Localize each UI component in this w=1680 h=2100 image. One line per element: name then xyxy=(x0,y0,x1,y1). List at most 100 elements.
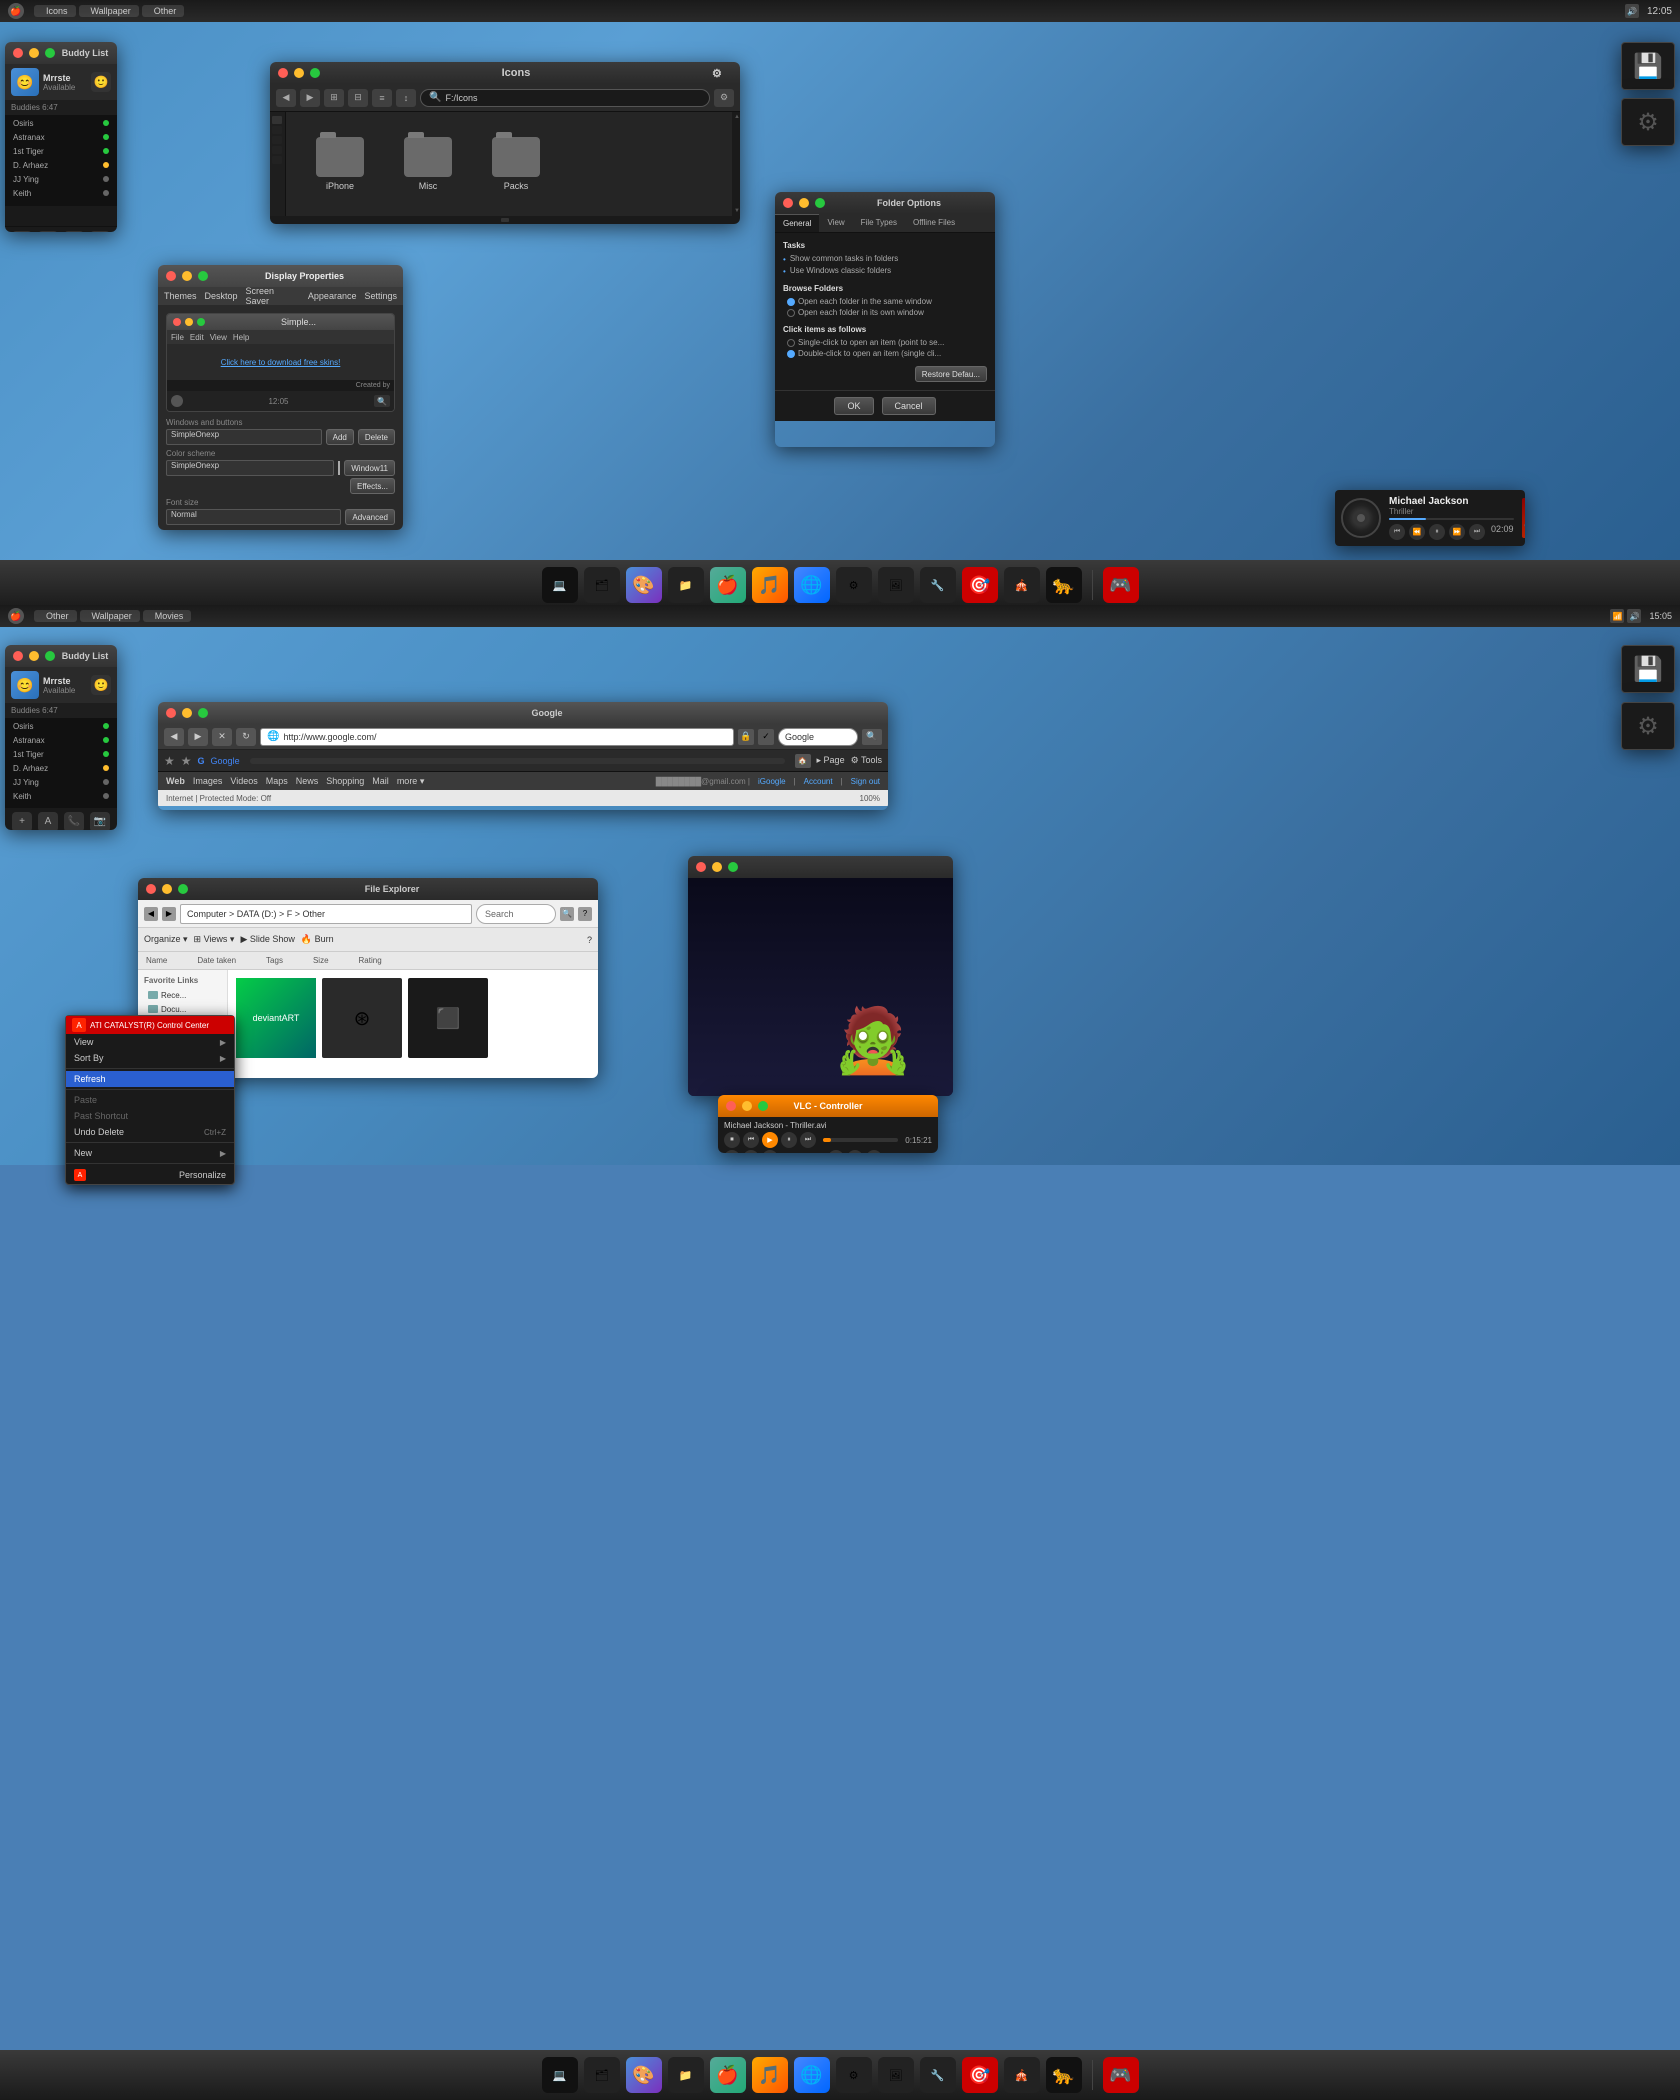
taskbar-tab-other-2[interactable]: Other xyxy=(34,610,77,622)
dock-icon-12[interactable]: 🐆 xyxy=(1046,567,1082,603)
fe-forward[interactable]: ▶ xyxy=(162,907,176,921)
bookmark-star[interactable]: ★ xyxy=(164,754,175,768)
nav-news[interactable]: News xyxy=(296,776,319,786)
browse-option-1[interactable]: Open each folder in the same window xyxy=(783,297,987,306)
restore-btn[interactable]: Restore Defau... xyxy=(915,366,987,382)
fe-slideshow[interactable]: ▶ Slide Show xyxy=(240,934,294,945)
tl-green-vlc[interactable] xyxy=(758,1101,768,1111)
myaccount-link[interactable]: Account xyxy=(804,777,833,786)
add-btn[interactable]: Add xyxy=(326,429,354,445)
ctx-paste[interactable]: Paste xyxy=(66,1092,234,1108)
inner-menu-file[interactable]: File xyxy=(171,333,184,342)
delete-btn[interactable]: Delete xyxy=(358,429,395,445)
fo-cancel-btn[interactable]: Cancel xyxy=(882,397,936,415)
page-label[interactable]: ▸ Page xyxy=(817,755,845,766)
tl-green-icons[interactable] xyxy=(310,68,320,78)
dock-b-11[interactable]: 🎪 xyxy=(1004,2057,1040,2093)
ctx-personalize[interactable]: A Personalize xyxy=(66,1166,234,1184)
media-progress-bar[interactable] xyxy=(1389,518,1514,520)
ctx-undodelete[interactable]: Undo Delete Ctrl+Z xyxy=(66,1124,234,1140)
explorer-search[interactable]: Search xyxy=(476,904,556,924)
forward-nav-btn[interactable]: ▶ xyxy=(188,728,208,746)
dock-icon-1[interactable]: 🗂 xyxy=(584,567,620,603)
icon-iphone[interactable]: iPhone xyxy=(316,137,364,191)
buddy-phone-btn[interactable]: 📞 xyxy=(64,231,84,233)
tl-red-vid[interactable] xyxy=(696,862,706,872)
buddy-phone-btn-2[interactable]: 📞 xyxy=(64,812,84,831)
page-btn[interactable]: 🏠 xyxy=(795,754,811,768)
dp-menu-appearance[interactable]: Appearance xyxy=(308,291,357,301)
fe-help-2[interactable]: ? xyxy=(587,935,592,945)
dock-icon-6[interactable]: 🌐 xyxy=(794,567,830,603)
buddy-video-btn-2[interactable]: 📷 xyxy=(90,812,110,831)
stop-btn[interactable]: ✕ xyxy=(212,728,232,746)
dock-icon-2[interactable]: 🎨 xyxy=(626,567,662,603)
igoogle-link[interactable]: iGoogle xyxy=(758,777,786,786)
fo-ok-btn[interactable]: OK xyxy=(834,397,873,415)
pause-btn[interactable]: ⏸ xyxy=(1429,524,1445,540)
tab-filetypes[interactable]: File Types xyxy=(853,214,905,232)
click-option-1[interactable]: Single-click to open an item (point to s… xyxy=(783,338,987,347)
buddy-item-2-5[interactable]: JJ Ying xyxy=(5,775,117,789)
dock-icon-10[interactable]: 🎯 xyxy=(962,567,998,603)
cert-icon[interactable]: ✓ xyxy=(758,729,774,745)
dock-icon-5[interactable]: 🎵 xyxy=(752,567,788,603)
dock-b-9[interactable]: 🔧 xyxy=(920,2057,956,2093)
dock-icon-11[interactable]: 🎪 xyxy=(1004,567,1040,603)
security-icon[interactable]: 🔒 xyxy=(738,729,754,745)
back-nav-btn[interactable]: ◀ xyxy=(164,728,184,746)
tl-green-fe[interactable] xyxy=(178,884,188,894)
dock-b-10[interactable]: 🎯 xyxy=(962,2057,998,2093)
dp-menu-themes[interactable]: Themes xyxy=(164,291,197,301)
taskbar-tab-wallpaper-2[interactable]: Wallpaper xyxy=(80,610,140,622)
sidebar-item-recent[interactable]: Rece... xyxy=(144,988,221,1002)
vlc-next-btn[interactable]: ⏭ xyxy=(800,1132,816,1148)
icon-packs[interactable]: Packs xyxy=(492,137,540,191)
vlc-vol-icon[interactable]: 🔊 xyxy=(828,1150,844,1153)
dock-b-5[interactable]: 🎵 xyxy=(752,2057,788,2093)
apple-menu-bottom[interactable]: 🍎 xyxy=(8,608,24,624)
tl-yellow-fe[interactable] xyxy=(162,884,172,894)
vlc-repeat-btn[interactable]: 🔁 xyxy=(743,1150,759,1153)
tl-yellow-vid[interactable] xyxy=(712,862,722,872)
buddy-item-1[interactable]: Osiris xyxy=(5,116,117,130)
fe-back[interactable]: ◀ xyxy=(144,907,158,921)
mini-search[interactable]: 🔍 xyxy=(374,395,390,407)
dock-icon-7[interactable]: ⚙ xyxy=(836,567,872,603)
tl-green-vid[interactable] xyxy=(728,862,738,872)
tl-yellow-icons[interactable] xyxy=(294,68,304,78)
nav-more[interactable]: more ▾ xyxy=(397,776,425,787)
hdd-icon-top-2[interactable]: ⚙ xyxy=(1621,98,1675,146)
buddy-item-4[interactable]: D. Arhaez xyxy=(5,158,117,172)
icons-scrollbar[interactable]: ▲ ▼ xyxy=(732,112,740,216)
tl-green-dp[interactable] xyxy=(198,271,208,281)
vlc-extended[interactable]: + xyxy=(866,1150,882,1153)
nav-videos[interactable]: Videos xyxy=(230,776,257,786)
rew-btn[interactable]: ⏪ xyxy=(1409,524,1425,540)
ctx-sortby[interactable]: Sort By ▶ xyxy=(66,1050,234,1066)
nav-shopping[interactable]: Shopping xyxy=(326,776,364,786)
taskbar-tab-other[interactable]: Other xyxy=(142,5,185,17)
tl-red-dp[interactable] xyxy=(166,271,176,281)
color-input[interactable]: SimpleOnexp xyxy=(166,460,334,476)
buddy-add-btn[interactable]: + xyxy=(12,231,32,233)
buddy-item-2-4[interactable]: D. Arhaez xyxy=(5,761,117,775)
windows-input[interactable]: SimpleOnexp xyxy=(166,429,322,445)
signout-link[interactable]: Sign out xyxy=(851,777,880,786)
tl-red-top[interactable] xyxy=(13,48,23,58)
tl-yellow-top[interactable] xyxy=(29,48,39,58)
tl-yellow-fo[interactable] xyxy=(799,198,809,208)
browse-option-2[interactable]: Open each folder in its own window xyxy=(783,308,987,317)
fe-search-btn[interactable]: 🔍 xyxy=(560,907,574,921)
back-btn[interactable]: ◀ xyxy=(276,89,296,107)
dock-icon-0[interactable]: 💻 xyxy=(542,567,578,603)
dock-b-12[interactable]: 🐆 xyxy=(1046,2057,1082,2093)
nav-images[interactable]: Images xyxy=(193,776,223,786)
buddy-item-2-1[interactable]: Osiris xyxy=(5,719,117,733)
apple-menu-icon[interactable]: 🍎 xyxy=(8,3,24,19)
dock-b-13[interactable]: 🎮 xyxy=(1103,2057,1139,2093)
vlc-play-btn[interactable]: ▶ xyxy=(762,1132,778,1148)
browser-search-box[interactable]: Google xyxy=(778,728,858,746)
dock-icon-13[interactable]: 🎮 xyxy=(1103,567,1139,603)
buddy-item-3[interactable]: 1st Tiger xyxy=(5,144,117,158)
